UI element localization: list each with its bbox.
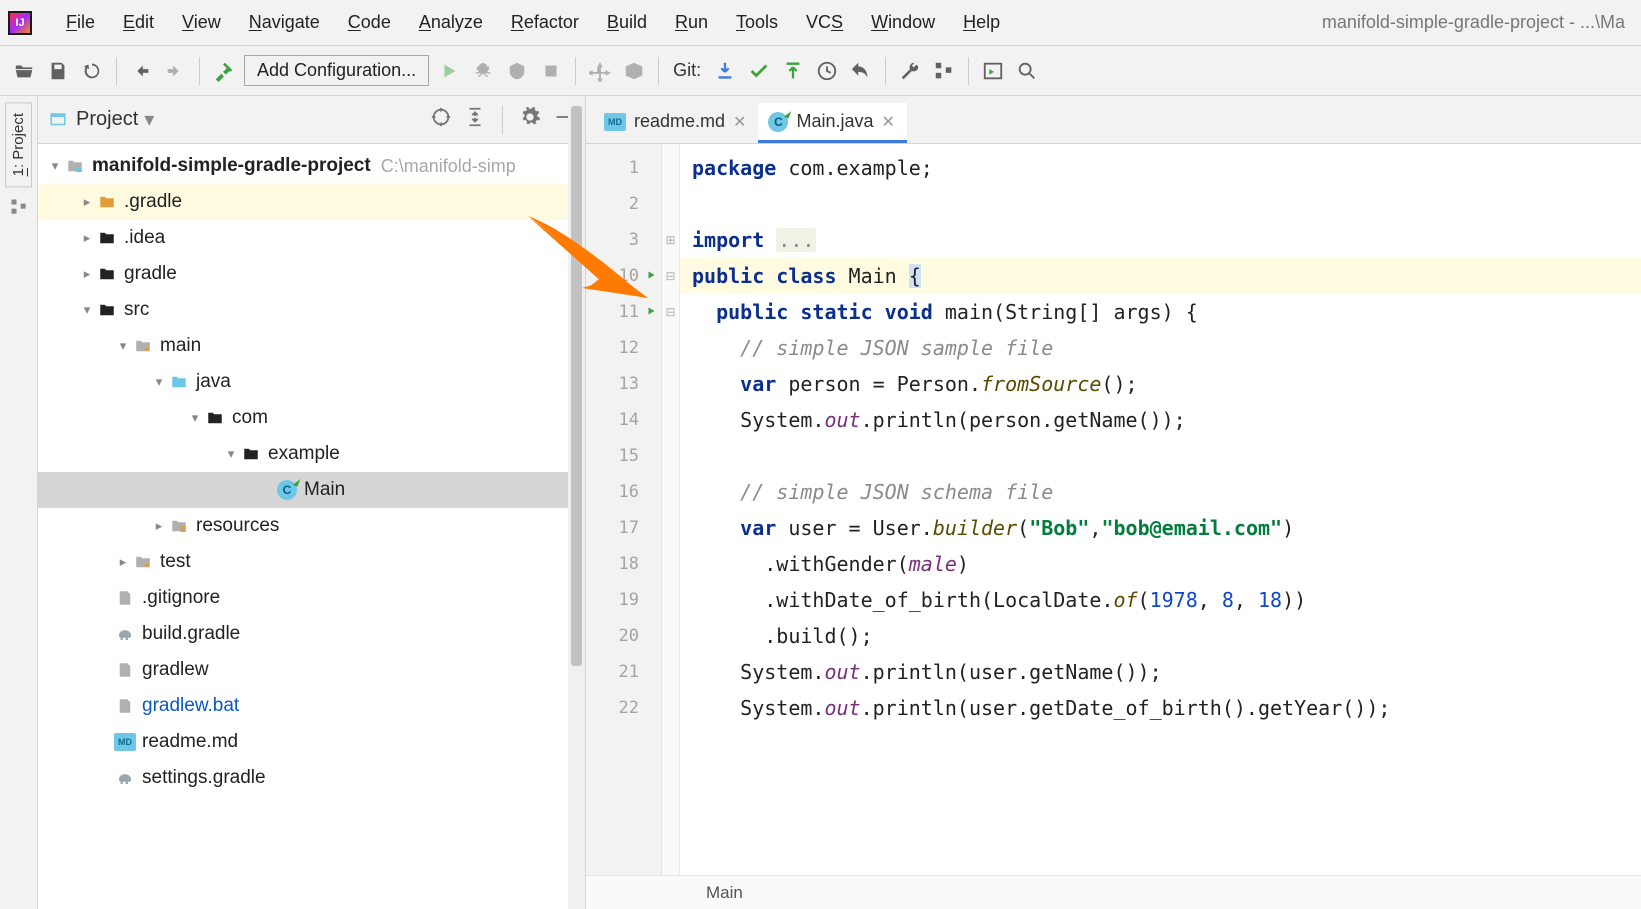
run-config-selector[interactable]: Add Configuration... (244, 55, 429, 86)
fold-toggle-icon[interactable]: ⊟ (662, 258, 679, 294)
menu-build[interactable]: Build (593, 8, 661, 37)
tree-item-gradle-cache[interactable]: ▸.gradle (38, 184, 585, 220)
fold-gutter[interactable]: ⊞ ⊟ ⊟ (662, 144, 680, 875)
tree-item-com[interactable]: ▾com (38, 400, 585, 436)
tree-item-resources[interactable]: ▸resources (38, 508, 585, 544)
tree-item-src[interactable]: ▾src (38, 292, 585, 328)
editor-tabs: MD readme.md ✕ C Main.java ✕ (586, 96, 1641, 144)
settings-icon[interactable] (896, 57, 924, 85)
menu-refactor[interactable]: Refactor (497, 8, 593, 37)
tree-item-test[interactable]: ▸test (38, 544, 585, 580)
close-icon[interactable]: ✕ (882, 112, 895, 132)
coverage-icon[interactable] (503, 57, 531, 85)
project-panel-header: Project ▾ (38, 96, 585, 144)
tree-item-main-class[interactable]: CMain (38, 472, 585, 508)
locate-icon[interactable] (586, 57, 614, 85)
tree-item-gitignore[interactable]: .gitignore (38, 580, 585, 616)
search-everywhere-icon[interactable] (1013, 57, 1041, 85)
tab-label: Main.java (796, 111, 873, 132)
fold-toggle-icon[interactable]: ⊟ (662, 294, 679, 330)
project-panel-title[interactable]: Project ▾ (76, 107, 154, 132)
close-icon[interactable]: ✕ (733, 112, 746, 132)
menu-analyze[interactable]: Analyze (405, 8, 497, 37)
editor-breadcrumb[interactable]: Main (586, 875, 1641, 909)
git-commit-icon[interactable] (745, 57, 773, 85)
app-icon: IJ (8, 11, 32, 35)
tree-root[interactable]: ▾ manifold-simple-gradle-projectC:\manif… (38, 148, 585, 184)
project-tree[interactable]: ▾ manifold-simple-gradle-projectC:\manif… (38, 144, 585, 909)
locate-in-tree-icon[interactable] (430, 106, 452, 133)
markdown-file-icon: MD (604, 113, 626, 131)
main-toolbar: Add Configuration... Git: (0, 46, 1641, 96)
tree-item-settings-gradle[interactable]: settings.gradle (38, 760, 585, 796)
history-icon[interactable] (813, 57, 841, 85)
tree-item-build-gradle[interactable]: build.gradle (38, 616, 585, 652)
tree-item-main[interactable]: ▾main (38, 328, 585, 364)
menu-tools[interactable]: Tools (722, 8, 792, 37)
run-gutter-icon[interactable] (645, 266, 657, 286)
menu-code[interactable]: Code (334, 8, 405, 37)
stop-icon[interactable] (537, 57, 565, 85)
menu-run[interactable]: Run (661, 8, 722, 37)
forward-icon[interactable] (161, 57, 189, 85)
menu-vcs[interactable]: VCS (792, 8, 857, 37)
project-view-icon (48, 110, 68, 130)
tab-main-java[interactable]: C Main.java ✕ (758, 103, 906, 143)
tree-item-gradlew-bat[interactable]: gradlew.bat (38, 688, 585, 724)
menu-navigate[interactable]: Navigate (235, 8, 334, 37)
tree-item-readme[interactable]: MDreadme.md (38, 724, 585, 760)
git-pull-icon[interactable] (711, 57, 739, 85)
fold-toggle-icon[interactable]: ⊞ (662, 222, 679, 258)
tree-item-gradle-dir[interactable]: ▸gradle (38, 256, 585, 292)
menu-help[interactable]: Help (949, 8, 1014, 37)
run-gutter-icon[interactable] (645, 302, 657, 322)
project-toolwindow-tab[interactable]: 1: Project (5, 102, 32, 187)
code-editor[interactable]: package com.example; import ... public c… (680, 144, 1641, 875)
git-label: Git: (669, 60, 705, 81)
collapse-all-icon[interactable] (464, 106, 486, 133)
tree-scrollbar[interactable] (568, 96, 585, 909)
menu-bar: IJ FileEditViewNavigateCodeAnalyzeRefact… (0, 0, 1641, 46)
revert-icon[interactable] (847, 57, 875, 85)
menu-view[interactable]: View (168, 8, 235, 37)
debug-icon[interactable] (469, 57, 497, 85)
java-class-icon: C (768, 112, 788, 132)
structure-icon[interactable] (930, 57, 958, 85)
git-push-icon[interactable] (779, 57, 807, 85)
tree-item-example[interactable]: ▾example (38, 436, 585, 472)
left-tool-strip: 1: Project (0, 96, 38, 909)
package-icon[interactable] (620, 57, 648, 85)
tab-readme[interactable]: MD readme.md ✕ (594, 103, 758, 143)
save-icon[interactable] (44, 57, 72, 85)
project-panel: Project ▾ ▾ manifold-simple-gradle-proje… (38, 96, 586, 909)
window-title: manifold-simple-gradle-project - ...\Ma (1322, 12, 1633, 33)
tree-item-idea[interactable]: ▸.idea (38, 220, 585, 256)
build-icon[interactable] (210, 57, 238, 85)
structure-toolwindow-tab[interactable] (9, 197, 29, 217)
refresh-icon[interactable] (78, 57, 106, 85)
run-icon[interactable] (435, 57, 463, 85)
menu-file[interactable]: File (52, 8, 109, 37)
open-icon[interactable] (10, 57, 38, 85)
tab-label: readme.md (634, 111, 725, 132)
menu-window[interactable]: Window (857, 8, 949, 37)
back-icon[interactable] (127, 57, 155, 85)
run-anything-icon[interactable] (979, 57, 1007, 85)
tree-item-gradlew[interactable]: gradlew (38, 652, 585, 688)
tree-item-java[interactable]: ▾java (38, 364, 585, 400)
line-number-gutter[interactable]: 1 2 3 10 11 12 13 14 15 16 17 18 19 20 2… (586, 144, 662, 875)
menu-edit[interactable]: Edit (109, 8, 168, 37)
panel-settings-icon[interactable] (519, 106, 541, 133)
editor-area: MD readme.md ✕ C Main.java ✕ 1 2 3 10 11 12 … (586, 96, 1641, 909)
